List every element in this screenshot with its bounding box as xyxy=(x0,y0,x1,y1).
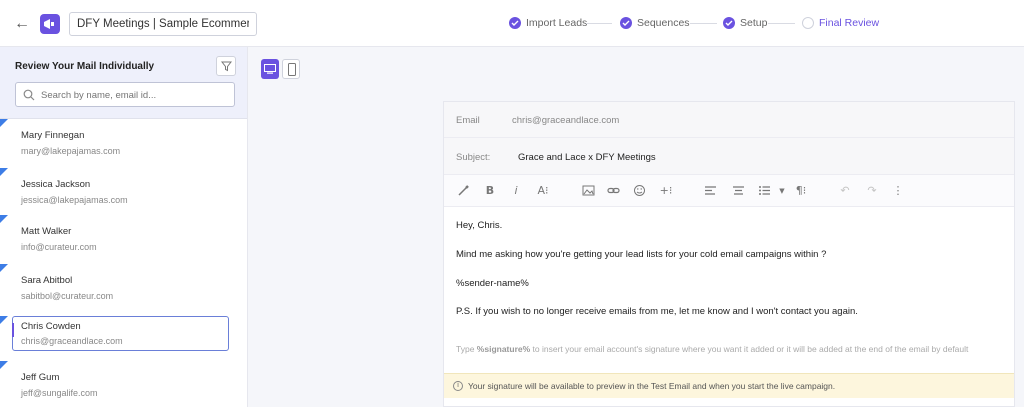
email-row: Email chris@graceandlace.com xyxy=(444,102,1014,138)
notice-text: Your signature will be available to prev… xyxy=(468,381,836,391)
signature-token: %signature% xyxy=(476,344,531,354)
undo-icon[interactable]: ↶ xyxy=(837,183,853,199)
contact-name: Mary Finnegan xyxy=(21,130,85,141)
step-divider xyxy=(768,23,795,24)
contact-name: Chris Cowden xyxy=(21,321,81,332)
email-label: Email xyxy=(456,115,480,126)
step-label: Final Review xyxy=(819,17,880,29)
mobile-view-button[interactable] xyxy=(282,59,300,79)
contact-item[interactable]: Mary Finnegan mary@lakepajamas.com xyxy=(0,119,247,166)
chevron-down-icon[interactable]: ▼ xyxy=(774,183,790,199)
flag-marker xyxy=(0,316,8,324)
signature-notice: i Your signature will be available to pr… xyxy=(444,373,1014,398)
contact-name: Sara Abitbol xyxy=(21,275,73,286)
filter-icon xyxy=(221,61,232,72)
step-label: Sequences xyxy=(637,17,690,29)
back-arrow-icon[interactable]: ← xyxy=(12,14,32,34)
body-line: %sender-name% xyxy=(456,278,529,289)
contact-email: jessica@lakepajamas.com xyxy=(21,195,128,205)
contact-item[interactable]: Sara Abitbol sabitbol@curateur.com xyxy=(0,264,247,311)
bold-icon[interactable]: B xyxy=(482,183,498,199)
hint-prefix: Type xyxy=(456,344,477,354)
step-divider xyxy=(690,23,717,24)
redo-icon[interactable]: ↷ xyxy=(864,183,880,199)
check-icon xyxy=(620,17,632,29)
contact-name: Jeff Gum xyxy=(21,372,60,383)
filter-button[interactable] xyxy=(216,56,236,76)
search-input[interactable] xyxy=(41,87,229,103)
contact-email: sabitbol@curateur.com xyxy=(21,291,114,301)
contact-item[interactable]: Jeff Gum jeff@sungalife.com xyxy=(0,361,247,407)
flag-marker xyxy=(0,215,8,223)
contacts-panel-header: Review Your Mail Individually xyxy=(0,47,247,119)
mobile-icon xyxy=(288,63,296,76)
contacts-panel: Review Your Mail Individually Mary Finne… xyxy=(0,47,248,407)
formatting-toolbar: B i A⁝ +⁝ ▼ ¶⁝ ↶ ↷ ⋮ xyxy=(444,175,1014,207)
step-label: Setup xyxy=(740,17,768,29)
italic-icon[interactable]: i xyxy=(508,183,524,199)
info-icon: i xyxy=(453,381,463,391)
signature-hint: Type %signature% to insert your email ac… xyxy=(456,344,1001,355)
contact-item[interactable]: Matt Walker info@curateur.com xyxy=(0,215,247,262)
desktop-view-button[interactable] xyxy=(261,59,279,79)
body-line: Mind me asking how you're getting your l… xyxy=(456,249,827,260)
emoji-icon[interactable] xyxy=(632,183,648,199)
link-icon[interactable] xyxy=(606,183,622,199)
flag-marker xyxy=(0,168,8,176)
subject-row[interactable]: Subject: Grace and Lace x DFY Meetings xyxy=(444,138,1014,175)
step-divider xyxy=(586,23,612,24)
check-icon xyxy=(509,17,521,29)
empty-circle-icon xyxy=(802,17,814,29)
insert-more-icon[interactable]: +⁝ xyxy=(658,183,674,199)
campaign-name-input[interactable] xyxy=(69,12,257,36)
subject-input[interactable]: Grace and Lace x DFY Meetings xyxy=(518,152,656,163)
flag-marker xyxy=(0,361,8,369)
contact-item-selected[interactable]: Chris Cowden chris@graceandlace.com xyxy=(0,316,247,363)
top-bar: ← Import Leads Sequences Setup Final Rev… xyxy=(0,0,1024,47)
paragraph-icon[interactable]: ¶⁝ xyxy=(793,183,809,199)
selection-bar xyxy=(12,323,14,337)
brush-icon[interactable] xyxy=(456,183,472,199)
flag-marker xyxy=(0,119,8,127)
megaphone-icon xyxy=(40,14,60,34)
contact-email: mary@lakepajamas.com xyxy=(21,146,121,156)
step-label: Import Leads xyxy=(526,17,588,29)
align-left-icon[interactable] xyxy=(703,183,719,199)
contact-name: Matt Walker xyxy=(21,226,72,237)
panel-title: Review Your Mail Individually xyxy=(15,61,155,72)
contact-email: jeff@sungalife.com xyxy=(21,388,98,398)
contact-email: info@curateur.com xyxy=(21,242,97,252)
email-value: chris@graceandlace.com xyxy=(512,115,620,126)
email-editor: Email chris@graceandlace.com Subject: Gr… xyxy=(443,101,1015,407)
body-line: Hey, Chris. xyxy=(456,220,503,231)
flag-marker xyxy=(0,264,8,272)
list-icon[interactable] xyxy=(757,183,773,199)
desktop-icon xyxy=(264,64,276,74)
font-size-icon[interactable]: A⁝ xyxy=(535,183,551,199)
image-icon[interactable] xyxy=(581,183,597,199)
align-center-icon[interactable] xyxy=(731,183,747,199)
contact-name: Jessica Jackson xyxy=(21,179,91,190)
body-line: P.S. If you wish to no longer receive em… xyxy=(456,306,858,317)
contact-list: Mary Finnegan mary@lakepajamas.com Jessi… xyxy=(0,119,247,407)
subject-label: Subject: xyxy=(456,152,491,163)
contact-email: chris@graceandlace.com xyxy=(21,336,123,346)
check-icon xyxy=(723,17,735,29)
search-box[interactable] xyxy=(15,82,235,107)
search-icon xyxy=(23,89,35,101)
hint-suffix: to insert your email account's signature… xyxy=(530,344,969,354)
more-options-icon[interactable]: ⋮ xyxy=(890,183,906,199)
contact-item[interactable]: Jessica Jackson jessica@lakepajamas.com xyxy=(0,168,247,215)
